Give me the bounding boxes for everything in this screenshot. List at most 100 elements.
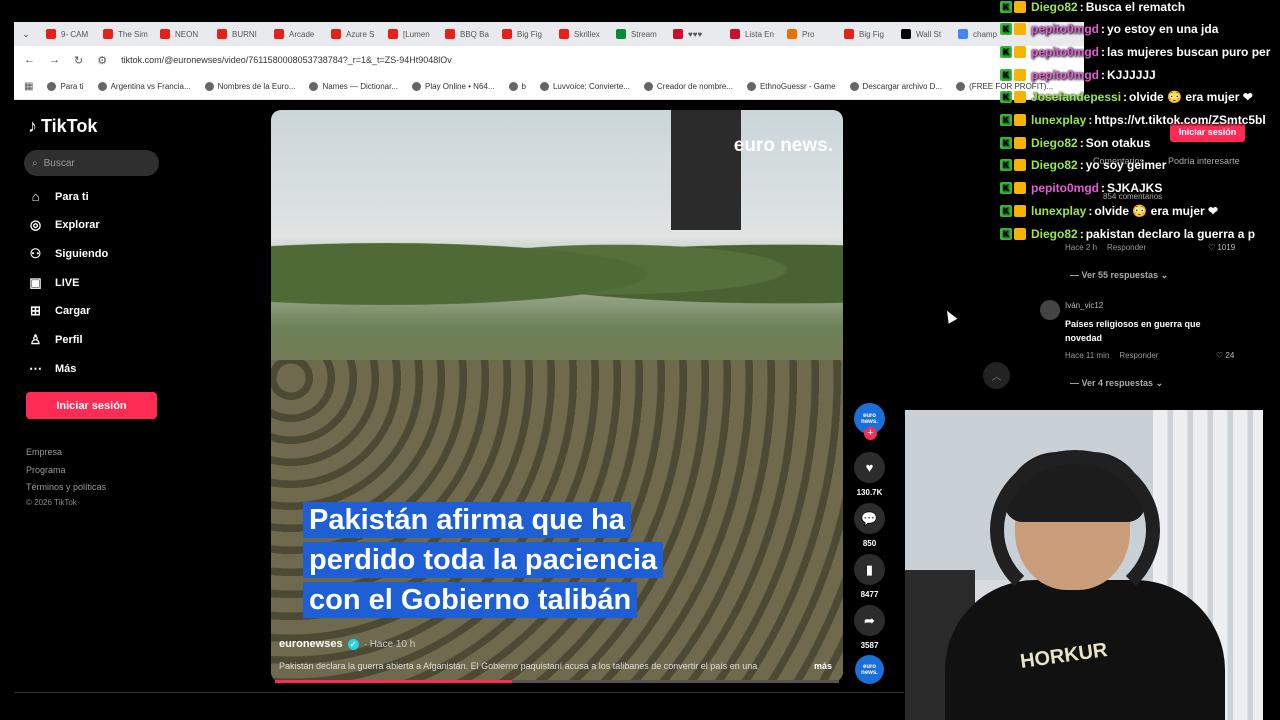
view-replies-button[interactable]: — Ver 4 respuestas ⌄ bbox=[1070, 378, 1163, 389]
view-replies-button[interactable]: — Ver 55 respuestas ⌄ bbox=[1070, 270, 1168, 281]
bookmark-item[interactable]: b bbox=[508, 82, 526, 91]
tab-label: Azure S bbox=[346, 29, 375, 39]
sidebar-item-label: Más bbox=[55, 362, 77, 375]
browser-tab[interactable]: Wall St bbox=[893, 22, 950, 46]
video-player[interactable]: euro news. Pakistán afirma que ha perdid… bbox=[271, 110, 843, 682]
chat-text: yo estoy en una jda bbox=[1107, 22, 1219, 37]
browser-tab[interactable]: [Lumen bbox=[380, 22, 437, 46]
login-button[interactable]: Iniciar sesión bbox=[26, 392, 157, 419]
sidebar-item-explorar[interactable]: ◎ Explorar bbox=[28, 217, 100, 233]
sidebar-item-live[interactable]: ▣ LIVE bbox=[28, 275, 79, 290]
crown-badge-icon bbox=[1014, 182, 1026, 195]
sidebar-item-siguiendo[interactable]: ⚇ Siguiendo bbox=[28, 246, 109, 261]
apps-grid-icon[interactable]: ▦ bbox=[24, 81, 33, 92]
comment-action[interactable]: 💬 850 bbox=[853, 503, 886, 548]
stream-chat-overlay: K Diego82 : Busca el rematch Kpepito0mgd :… bbox=[1000, 0, 1280, 245]
bookmark-favicon-icon bbox=[746, 82, 756, 91]
music-disc-icon[interactable]: euro news. bbox=[855, 655, 884, 684]
tab-favicon-icon bbox=[46, 29, 56, 39]
chat-separator: : bbox=[1088, 113, 1093, 127]
bookmark-label: Nombres de la Euro... bbox=[217, 82, 296, 91]
bookmark-item[interactable]: Para ti bbox=[47, 82, 84, 91]
footer-link-terms[interactable]: Términos y políticas bbox=[26, 482, 106, 492]
browser-tab[interactable]: BURNI bbox=[209, 22, 266, 46]
footer-link-empresa[interactable]: Empresa bbox=[26, 447, 62, 457]
chat-separator: : bbox=[1079, 0, 1084, 14]
back-icon[interactable]: ← bbox=[24, 54, 35, 66]
video-progress-bar[interactable] bbox=[275, 680, 839, 683]
like-number: 24 bbox=[1225, 351, 1235, 360]
url-text[interactable]: tiktok.com/@euronewses/video/76115800080… bbox=[121, 55, 452, 65]
crown-badge-icon bbox=[1014, 227, 1026, 240]
site-info-icon[interactable]: ⚙ bbox=[97, 54, 107, 67]
comment-count: 850 bbox=[862, 539, 877, 548]
comment-icon[interactable]: 💬 bbox=[854, 503, 885, 534]
tab-label: Wall St bbox=[916, 29, 942, 39]
browser-tab[interactable]: Lista En bbox=[722, 22, 779, 46]
browser-tab[interactable]: Big Fig bbox=[836, 22, 893, 46]
bookmark-item[interactable]: Descargar archivo D... bbox=[849, 82, 942, 91]
chat-message: Kpepito0mgd : SJKAJKS bbox=[1000, 177, 1162, 200]
tiktok-logo[interactable]: ♪ TikTok bbox=[28, 116, 97, 137]
video-author[interactable]: euronewses ✓ · Hace 10 h bbox=[279, 638, 415, 650]
forward-icon[interactable]: → bbox=[49, 54, 60, 66]
save-action[interactable]: ▮ 8477 bbox=[853, 554, 886, 599]
browser-tab[interactable]: The Sim bbox=[95, 22, 152, 46]
browser-tab[interactable]: champ bbox=[950, 22, 1007, 46]
live-icon: ▣ bbox=[29, 274, 42, 290]
reload-icon[interactable]: ↻ bbox=[74, 54, 83, 67]
browser-tab[interactable]: Arcade bbox=[266, 22, 323, 46]
sidebar-item-cargar[interactable]: ⊞ Cargar bbox=[28, 303, 90, 319]
sidebar-item-perfil[interactable]: ♙ Perfil bbox=[28, 332, 83, 348]
browser-tab[interactable]: Big Fig bbox=[494, 22, 551, 46]
address-bar[interactable]: ← → ↻ ⚙ tiktok.com/@euronewses/video/761… bbox=[14, 46, 1084, 74]
chat-message: Klunexplay : olvide 😳 era mujer ❤ bbox=[1000, 199, 1218, 222]
browser-tab[interactable]: Skrillex bbox=[551, 22, 608, 46]
more-icon: ⋯ bbox=[29, 360, 42, 376]
browser-tab[interactable]: ♥♥♥ bbox=[665, 22, 722, 46]
browser-tab[interactable]: BBQ Ba bbox=[437, 22, 494, 46]
bookmark-item[interactable]: EthnoGuessr - Game bbox=[746, 82, 836, 91]
share-action[interactable]: ➦ 3587 bbox=[853, 605, 886, 650]
browser-tab[interactable]: Azure S bbox=[323, 22, 380, 46]
tab-favicon-icon bbox=[388, 29, 398, 39]
sidebar-item-label: Perfil bbox=[55, 334, 83, 346]
bookmark-item[interactable]: Luvvoice: Convierte... bbox=[539, 82, 630, 91]
more-link[interactable]: más bbox=[814, 661, 832, 671]
commenter-name[interactable]: Iván_vic12 bbox=[1065, 301, 1103, 310]
sidebar-item-para-ti[interactable]: ⌂ Para ti bbox=[28, 189, 89, 204]
sidebar-item-m-s[interactable]: ⋯ Más bbox=[28, 361, 76, 376]
bookmark-item[interactable]: Play Online • N64... bbox=[412, 82, 495, 91]
heart-icon[interactable]: ♥ bbox=[854, 452, 885, 483]
author-name[interactable]: euronewses bbox=[279, 638, 343, 650]
view-replies-label: Ver 4 respuestas bbox=[1081, 378, 1154, 388]
share-icon[interactable]: ➦ bbox=[854, 605, 885, 636]
like-action[interactable]: ♥ 130.7K bbox=[853, 452, 886, 497]
follow-plus-icon[interactable]: + bbox=[864, 427, 877, 440]
bookmark-favicon-icon bbox=[47, 82, 57, 91]
bookmark-item[interactable]: Creador de nombre... bbox=[643, 82, 733, 91]
footer-link-programa[interactable]: Programa bbox=[26, 465, 66, 475]
comment-like-count[interactable]: ♡ 24 bbox=[1216, 351, 1234, 360]
browser-tab[interactable]: Pro bbox=[779, 22, 836, 46]
search-input[interactable]: ⌕ Buscar bbox=[24, 150, 159, 176]
video-scene-trees bbox=[271, 220, 843, 310]
browser-tab[interactable]: NEON bbox=[152, 22, 209, 46]
upload-icon: ⊞ bbox=[30, 303, 41, 319]
commenter-avatar[interactable] bbox=[1040, 300, 1060, 320]
bookmark-item[interactable]: Argentina vs Francia... bbox=[97, 82, 191, 91]
previous-video-chevron-up-icon[interactable]: ︿ bbox=[983, 362, 1010, 389]
chat-text: Son otakus bbox=[1085, 135, 1151, 150]
browser-tab[interactable]: Stream bbox=[608, 22, 665, 46]
bookmark-icon[interactable]: ▮ bbox=[854, 554, 885, 585]
tab-label: BURNI bbox=[232, 29, 257, 39]
bookmark-item[interactable]: Nombres de la Euro... bbox=[204, 82, 296, 91]
tab-search-icon[interactable]: ⌄ bbox=[14, 29, 38, 40]
kick-badge-icon: K bbox=[1000, 204, 1012, 217]
reply-button[interactable]: Responder bbox=[1119, 351, 1158, 360]
browser-tab[interactable]: 9- CAM bbox=[38, 22, 95, 46]
chat-message: K Diego82 : Busca el rematch bbox=[1000, 0, 1185, 18]
chat-message: Klunexplay : https://vt.tiktok.com/ZSmtc… bbox=[1000, 109, 1266, 132]
bookmark-favicon-icon bbox=[309, 82, 319, 91]
bookmark-item[interactable]: Names — Dictionar... bbox=[309, 82, 398, 91]
